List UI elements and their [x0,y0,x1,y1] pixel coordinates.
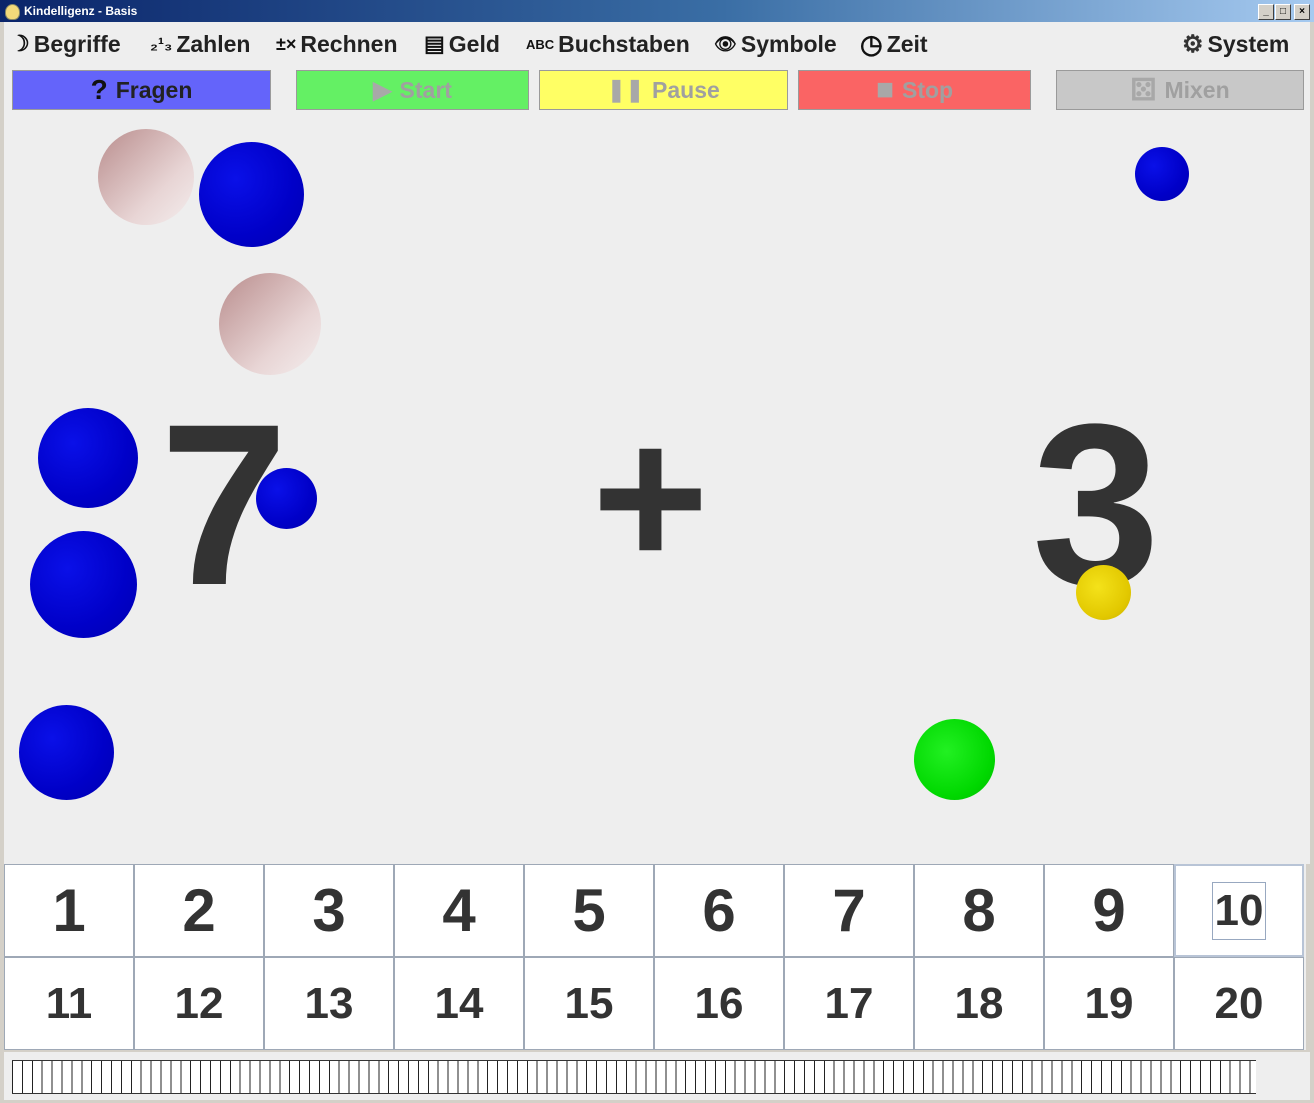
menu-geld[interactable]: ▤ Geld [424,22,500,66]
menu-label: Symbole [740,30,837,57]
answer-19[interactable]: 19 [1044,957,1174,1050]
menu-begriffe[interactable]: ☽ Begriffe [10,22,121,66]
answer-13[interactable]: 13 [264,957,394,1050]
math-operators-icon: ±× [276,33,297,54]
maximize-button[interactable]: □ [1275,4,1291,20]
blue-ball[interactable] [38,408,138,508]
green-ball[interactable] [914,719,995,800]
app-lightbulb-icon [5,4,20,20]
answer-6[interactable]: 6 [654,864,784,957]
fragen-label: Fragen [115,76,193,103]
answer-7[interactable]: 7 [784,864,914,957]
gear-icon: ⚙ [1182,30,1204,58]
play-area: 7 + 3 [4,118,1310,864]
answer-20[interactable]: 20 [1174,957,1304,1050]
pause-button[interactable]: ❚❚ Pause [539,70,788,110]
title-bar: Kindelligenz - Basis _ □ × [0,0,1314,22]
pink-ball[interactable] [98,129,194,225]
answer-17[interactable]: 17 [784,957,914,1050]
menu-system[interactable]: ⚙ System [1182,22,1289,66]
menu-zeit[interactable]: ◷ Zeit [860,22,928,66]
close-button[interactable]: × [1294,4,1310,20]
answer-8[interactable]: 8 [914,864,1044,957]
play-icon: ▶ [373,76,392,104]
mixen-button[interactable]: ⚄ Mixen [1056,70,1304,110]
window-title: Kindelligenz - Basis [24,4,138,18]
abc-icon: ABC [526,36,555,52]
pink-ball[interactable] [219,273,321,375]
question-icon: ? [90,74,108,105]
banana-icon: ☽ [10,31,30,56]
minimize-button[interactable]: _ [1258,4,1274,20]
fragen-button[interactable]: ? Fragen [12,70,271,110]
answer-14[interactable]: 14 [394,957,524,1050]
money-icon: ▤ [424,31,445,56]
answer-3[interactable]: 3 [264,864,394,957]
toolbar: ? Fragen ▶ Start ❚❚ Pause ■ Stop ⚄ Mixen [4,66,1310,118]
blue-ball[interactable] [1135,147,1189,201]
menu-label: System [1207,30,1290,57]
answer-10-selected[interactable]: 10 [1174,864,1304,957]
menu-label: Begriffe [33,30,121,57]
yellow-ball[interactable] [1076,565,1131,620]
answer-18[interactable]: 18 [914,957,1044,1050]
stop-button[interactable]: ■ Stop [798,70,1031,110]
menu-zahlen[interactable]: ₂¹₃ Zahlen [150,22,250,66]
clock-icon: ◷ [860,28,883,59]
menu-label: Buchstaben [558,30,690,57]
answer-5[interactable]: 5 [524,864,654,957]
blue-ball[interactable] [30,531,137,638]
answer-15[interactable]: 15 [524,957,654,1050]
stop-label: Stop [902,76,954,103]
blue-ball[interactable] [19,705,114,800]
answer-9[interactable]: 9 [1044,864,1174,957]
blue-ball[interactable] [256,468,317,529]
timeline-ruler [12,1060,1256,1094]
numbers-icon: ₂¹₃ [150,33,173,54]
start-button[interactable]: ▶ Start [296,70,529,110]
menu-bar: ☽ Begriffe ₂¹₃ Zahlen ±× Rechnen ▤ Geld … [4,22,1310,66]
answer-4[interactable]: 4 [394,864,524,957]
menu-buchstaben[interactable]: ABC Buchstaben [526,22,690,66]
menu-label: Rechnen [300,30,398,57]
answer-10-label: 10 [1211,881,1267,940]
answer-1[interactable]: 1 [4,864,134,957]
dice-icon: ⚄ [1130,73,1157,107]
operator: + [592,386,709,609]
pause-label: Pause [652,76,720,103]
pause-icon: ❚❚ [607,77,645,102]
menu-rechnen[interactable]: ±× Rechnen [276,22,398,66]
menu-label: Zeit [886,30,928,57]
menu-symbole[interactable]: 👁 Symbole [714,22,837,66]
answer-grid: 1 2 3 4 5 6 7 8 9 10 11 12 13 14 15 16 1… [4,864,1306,1050]
stop-icon: ■ [875,73,894,106]
start-label: Start [399,76,452,103]
menu-label: Zahlen [176,30,251,57]
mixen-label: Mixen [1164,76,1230,103]
blue-ball[interactable] [199,142,304,247]
answer-16[interactable]: 16 [654,957,784,1050]
timeline-bar [4,1052,1310,1100]
answer-11[interactable]: 11 [4,957,134,1050]
answer-2[interactable]: 2 [134,864,264,957]
answer-12[interactable]: 12 [134,957,264,1050]
eye-icon: 👁 [714,33,737,54]
menu-label: Geld [448,30,500,57]
